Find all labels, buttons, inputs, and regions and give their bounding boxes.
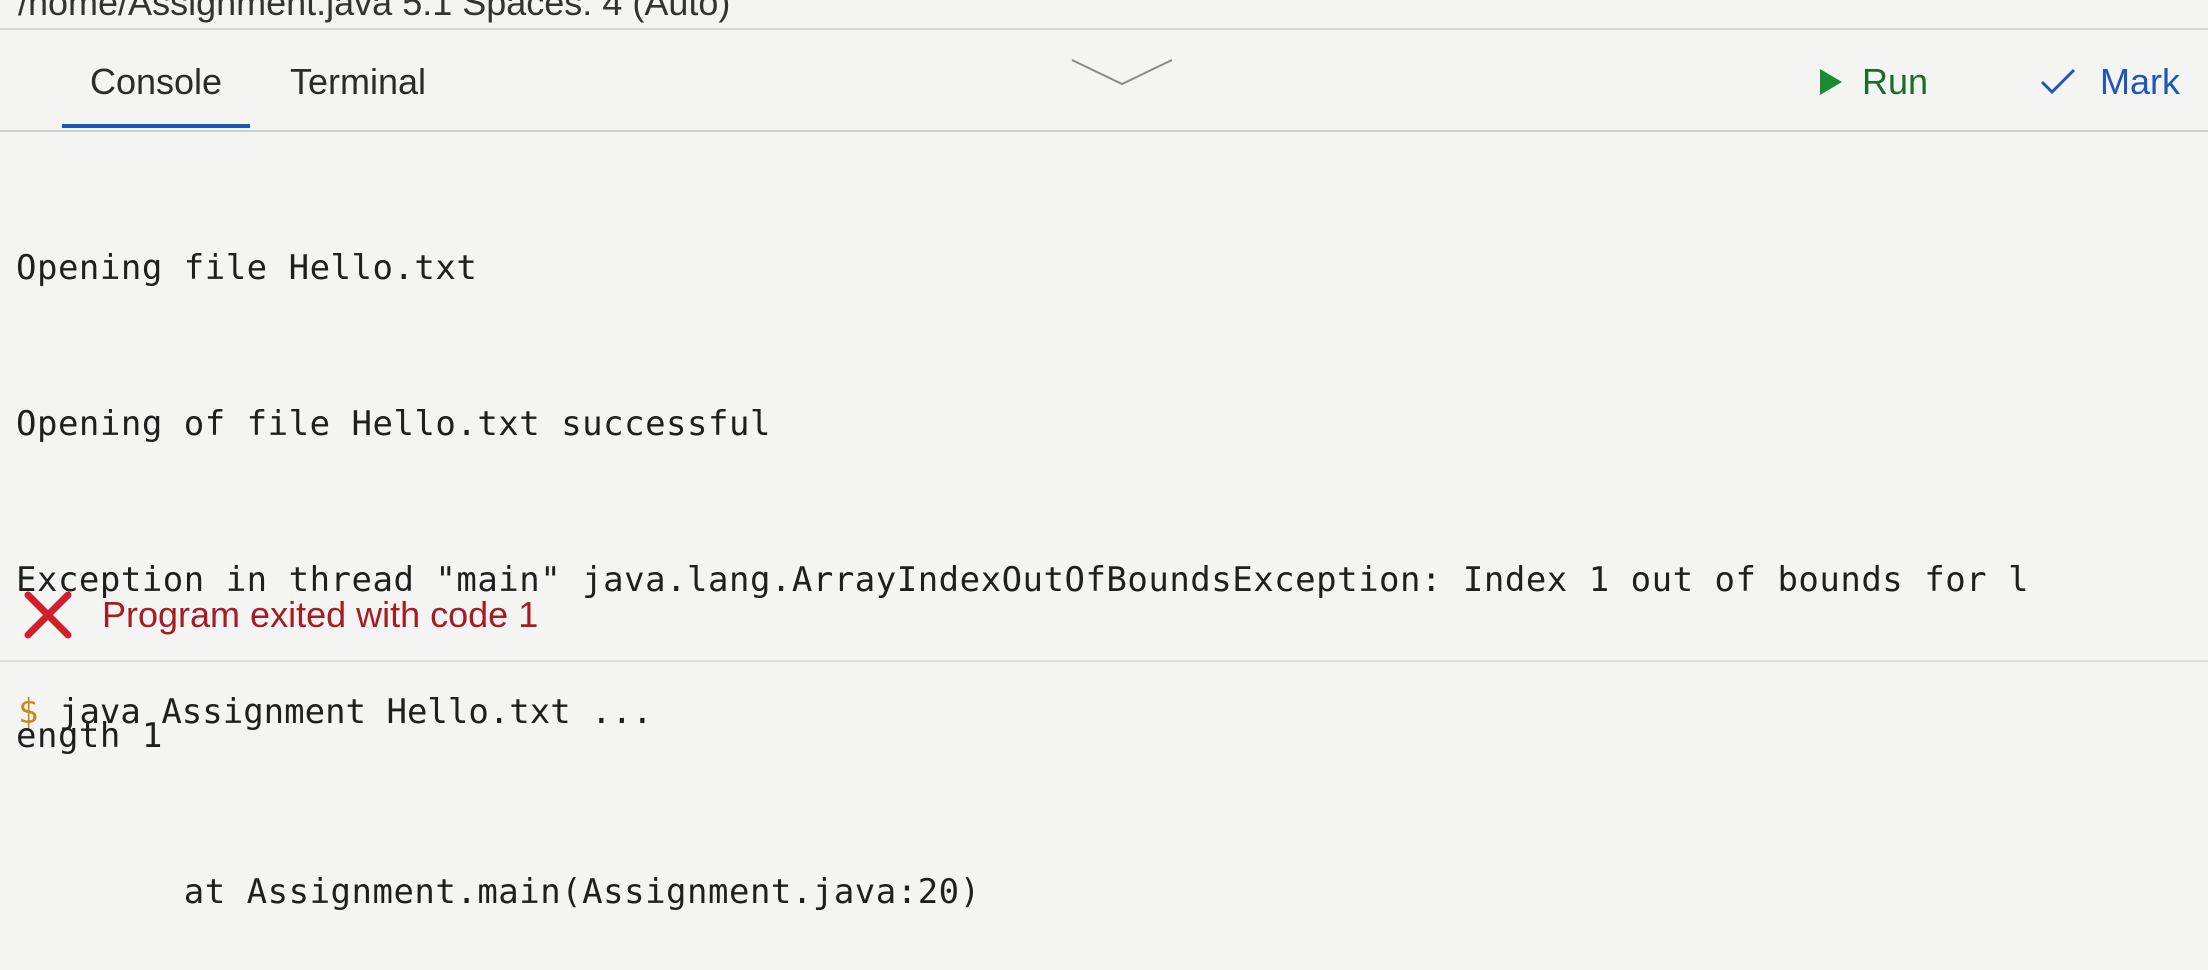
mark-button[interactable]: Mark [2040, 52, 2180, 112]
run-button[interactable]: Run [1820, 52, 1928, 112]
play-icon [1820, 69, 1842, 95]
x-icon [24, 591, 72, 639]
mark-button-label: Mark [2100, 61, 2180, 102]
terminal-prompt[interactable]: $ java Assignment Hello.txt ... [18, 692, 653, 732]
console-line: at Assignment.main(Assignment.java:20) [16, 872, 981, 912]
console-line: Opening of file Hello.txt successful [16, 404, 771, 444]
exit-status-text: Program exited with code 1 [102, 594, 539, 635]
prompt-symbol: $ [18, 692, 39, 732]
prompt-command: java Assignment Hello.txt ... [58, 692, 653, 732]
console-output: Opening file Hello.txt Opening of file H… [16, 138, 2196, 970]
editor-status-bar: /home/Assignment.java 5:1 Spaces: 4 (Aut… [18, 0, 731, 23]
console-divider [0, 660, 2208, 662]
output-tab-bar: Console Terminal Run Mark [0, 30, 2208, 132]
console-line: Opening file Hello.txt [16, 248, 478, 288]
check-icon [2040, 68, 2076, 95]
tab-terminal[interactable]: Terminal [290, 50, 426, 128]
exit-status: Program exited with code 1 [22, 585, 538, 645]
tab-console[interactable]: Console [62, 50, 250, 128]
run-button-label: Run [1862, 61, 1929, 102]
chevron-down-icon[interactable] [1070, 56, 1174, 88]
